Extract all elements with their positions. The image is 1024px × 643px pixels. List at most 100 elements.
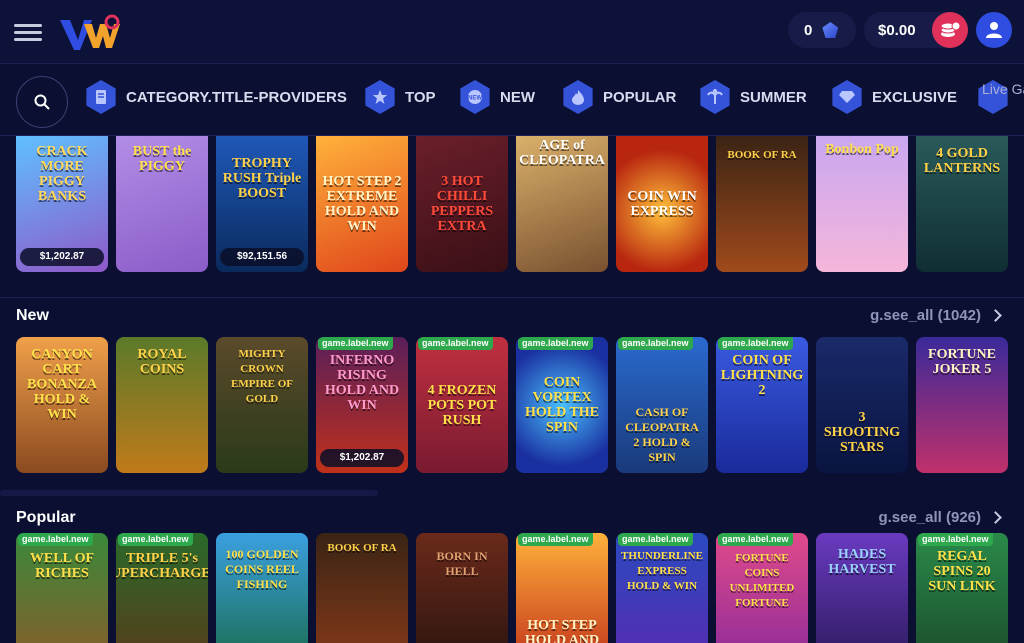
game-card[interactable]: game.label.new INFERNO RISING HOLD AND W… [316, 337, 408, 473]
game-card[interactable]: game.label.new CASH OF CLEOPATRA 2 HOLD … [616, 337, 708, 473]
game-card[interactable]: CANYON CART BONANZA HOLD & WIN [16, 337, 108, 473]
chevron-right-icon [989, 309, 1002, 322]
see-all-label: g.see_all (926) [878, 509, 981, 526]
game-card[interactable]: ROYAL COINS [116, 337, 208, 473]
game-title: TRIPLE 5's SUPERCHARGED [116, 551, 208, 581]
game-card[interactable]: CRACK MORE PIGGY BANKS $1,202.87 [16, 136, 108, 272]
user-icon [986, 22, 1002, 38]
game-card[interactable]: BUST the PIGGY [116, 136, 208, 272]
game-card[interactable]: game.label.new WELL OF RICHES [16, 533, 108, 643]
see-all-popular-link[interactable]: g.see_all (926) [878, 509, 1002, 526]
game-title: COIN WIN EXPRESS [627, 189, 697, 219]
game-card[interactable]: HOT STEP 2 EXTREME HOLD AND WIN [316, 136, 408, 272]
gem-icon [822, 22, 839, 38]
gems-wallet[interactable]: 0 [788, 12, 856, 48]
game-title: MIGHTY CROWN EMPIRE OF GOLD [230, 348, 294, 405]
coins-icon [940, 21, 961, 37]
game-card[interactable]: game.label.new COIN VORTEX HOLD THE SPIN [516, 337, 608, 473]
game-title: THUNDERLINE EXPRESS HOLD & WIN [621, 550, 703, 592]
category-live-game[interactable]: Live Game [976, 80, 1024, 114]
game-title: BOOK OF RA [327, 542, 397, 554]
category-bar: CATEGORY.TITLE-PROVIDERS TOP NEW NEW POP… [0, 64, 1024, 136]
game-card[interactable]: game.label.new COIN OF LIGHTNING 2 [716, 337, 808, 473]
game-title: REGAL SPINS 20 SUN LINK [928, 549, 996, 594]
game-title: AGE of CLEOPATRA [519, 138, 605, 168]
game-title: BUST the PIGGY [132, 144, 192, 174]
new-icon: NEW [460, 80, 490, 114]
category-label: SUMMER [740, 88, 807, 106]
category-exclusive[interactable]: EXCLUSIVE [830, 80, 957, 114]
category-label: CATEGORY.TITLE-PROVIDERS [126, 88, 347, 106]
category-popular[interactable]: POPULAR [561, 80, 676, 114]
game-card[interactable]: TROPHY RUSH Triple BOOST $92,151.56 [216, 136, 308, 272]
see-all-new-link[interactable]: g.see_all (1042) [870, 307, 1002, 324]
game-card[interactable]: 3 HOT CHILLI PEPPERS EXTRA [416, 136, 508, 272]
game-title: 3 SHOOTING STARS [823, 410, 901, 455]
game-card[interactable]: COIN WIN EXPRESS [616, 136, 708, 272]
cash-wallet[interactable]: $0.00 [864, 12, 968, 48]
new-game-row: CANYON CART BONANZA HOLD & WIN ROYAL COI… [16, 337, 1024, 473]
game-card[interactable]: game.label.new FORTUNE COINS UNLIMITED F… [716, 533, 808, 643]
diamond-icon [832, 80, 862, 114]
game-card[interactable]: 4 GOLD LANTERNS [916, 136, 1008, 272]
category-providers[interactable]: CATEGORY.TITLE-PROVIDERS [84, 80, 347, 114]
search-button[interactable] [16, 76, 68, 128]
game-card[interactable]: BOOK OF RA [316, 533, 408, 643]
game-title: HOT STEP HOLD AND WIN [524, 618, 600, 643]
game-card[interactable]: game.label.new REGAL SPINS 20 SUN LINK [916, 533, 1008, 643]
search-icon [34, 94, 50, 110]
game-card[interactable]: BORN IN HELL [416, 533, 508, 643]
category-label: TOP [405, 88, 436, 106]
top-game-row: CRACK MORE PIGGY BANKS $1,202.87 BUST th… [16, 136, 1024, 272]
game-card[interactable]: HADES HARVEST [816, 533, 908, 643]
game-title: FORTUNE JOKER 5 [928, 347, 996, 377]
game-card[interactable]: FORTUNE JOKER 5 [916, 337, 1008, 473]
game-card[interactable]: game.label.new HOT STEP HOLD AND WIN [516, 533, 608, 643]
palm-icon [700, 80, 730, 114]
game-title: CASH OF CLEOPATRA 2 HOLD & SPIN [625, 405, 699, 464]
category-summer[interactable]: SUMMER [698, 80, 807, 114]
game-card[interactable]: AGE of CLEOPATRA [516, 136, 608, 272]
category-new[interactable]: NEW NEW [458, 80, 535, 114]
game-title: CANYON CART BONANZA HOLD & WIN [26, 347, 97, 422]
svg-text:NEW: NEW [468, 96, 482, 102]
game-title: HOT STEP 2 EXTREME HOLD AND WIN [322, 174, 402, 234]
category-label: POPULAR [603, 88, 677, 106]
game-card[interactable]: 100 GOLDEN COINS REEL FISHING [216, 533, 308, 643]
coins-deposit-button[interactable] [932, 12, 968, 48]
category-top[interactable]: TOP [363, 80, 436, 114]
game-card[interactable]: BOOK OF RA [716, 136, 808, 272]
game-card[interactable]: MIGHTY CROWN EMPIRE OF GOLD [216, 337, 308, 473]
section-title-new: New [16, 307, 49, 324]
category-label: Live Game [982, 81, 1024, 97]
game-title: WELL OF RICHES [29, 551, 95, 581]
hamburger-menu-icon[interactable] [14, 20, 42, 44]
game-title: 4 FROZEN POTS POT RUSH [427, 382, 497, 428]
top-bar: 0 $0.00 [0, 0, 1024, 64]
gems-count: 0 [804, 21, 813, 39]
game-title: 100 GOLDEN COINS REEL FISHING [225, 547, 299, 591]
category-label: EXCLUSIVE [872, 88, 958, 106]
game-title: Bonbon Pop [825, 142, 899, 157]
game-title: BOOK OF RA [727, 149, 797, 161]
jackpot-amount: $92,151.56 [220, 248, 304, 266]
game-title: BORN IN HELL [436, 549, 488, 578]
popular-game-row: game.label.new WELL OF RICHES game.label… [16, 533, 1024, 643]
game-title: HADES HARVEST [828, 547, 896, 577]
jackpot-amount: $1,202.87 [320, 449, 404, 467]
game-card[interactable]: Bonbon Pop [816, 136, 908, 272]
section-title-popular: Popular [16, 509, 76, 526]
game-title: COIN OF LIGHTNING 2 [720, 353, 804, 398]
game-card[interactable]: game.label.new 4 FROZEN POTS POT RUSH [416, 337, 508, 473]
book-icon [86, 80, 116, 114]
scroll-indicator [0, 490, 378, 496]
flame-icon [563, 80, 593, 114]
see-all-label: g.see_all (1042) [870, 307, 981, 324]
game-title: 3 HOT CHILLI PEPPERS EXTRA [430, 174, 494, 234]
game-card[interactable]: game.label.new TRIPLE 5's SUPERCHARGED [116, 533, 208, 643]
user-account-button[interactable] [976, 12, 1012, 48]
game-card[interactable]: 3 SHOOTING STARS [816, 337, 908, 473]
game-card[interactable]: game.label.new THUNDERLINE EXPRESS HOLD … [616, 533, 708, 643]
site-logo[interactable] [58, 12, 120, 52]
game-title: FORTUNE COINS UNLIMITED FORTUNE [729, 552, 795, 609]
